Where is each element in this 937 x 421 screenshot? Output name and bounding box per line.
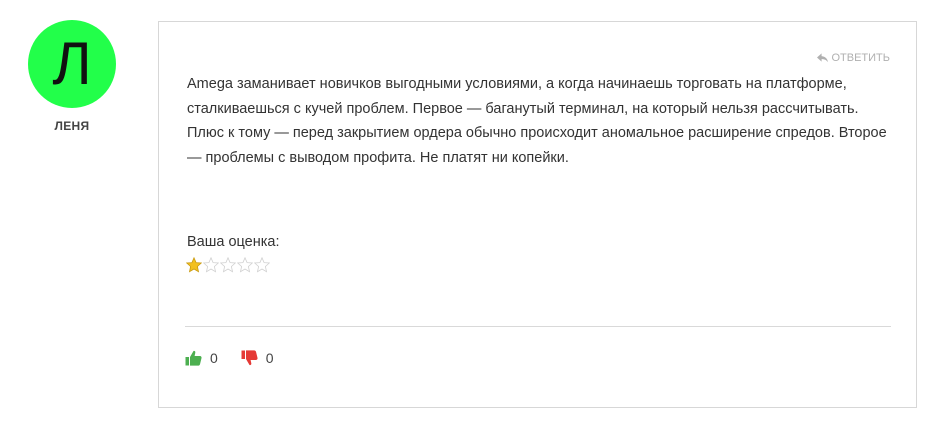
reply-label: ОТВЕТИТЬ xyxy=(831,52,890,64)
like-count: 0 xyxy=(210,350,218,366)
reply-button[interactable]: ОТВЕТИТЬ xyxy=(817,52,890,64)
dislike-button[interactable]: 0 xyxy=(241,350,274,366)
like-button[interactable]: 0 xyxy=(185,350,218,366)
star-icon[interactable] xyxy=(203,257,219,273)
comment-card: ОТВЕТИТЬ Amega заманивает новичков выгод… xyxy=(158,21,917,408)
rating-stars xyxy=(186,257,270,273)
thumbs-down-icon xyxy=(241,350,258,366)
thumbs-up-icon xyxy=(185,350,202,366)
avatar-initial: Л xyxy=(52,30,92,97)
star-icon[interactable] xyxy=(237,257,253,273)
author-name: ЛЕНЯ xyxy=(54,119,90,133)
rating-label: Ваша оценка: xyxy=(187,234,280,250)
star-icon[interactable] xyxy=(220,257,236,273)
divider xyxy=(185,326,891,327)
comment-author: Л ЛЕНЯ xyxy=(24,20,120,133)
reply-arrow-icon xyxy=(817,53,829,63)
avatar: Л xyxy=(28,20,116,108)
star-icon[interactable] xyxy=(186,257,202,273)
star-icon[interactable] xyxy=(254,257,270,273)
vote-controls: 0 0 xyxy=(185,350,274,366)
comment-text: Amega заманивает новичков выгодными усло… xyxy=(187,76,887,166)
dislike-count: 0 xyxy=(265,350,274,366)
